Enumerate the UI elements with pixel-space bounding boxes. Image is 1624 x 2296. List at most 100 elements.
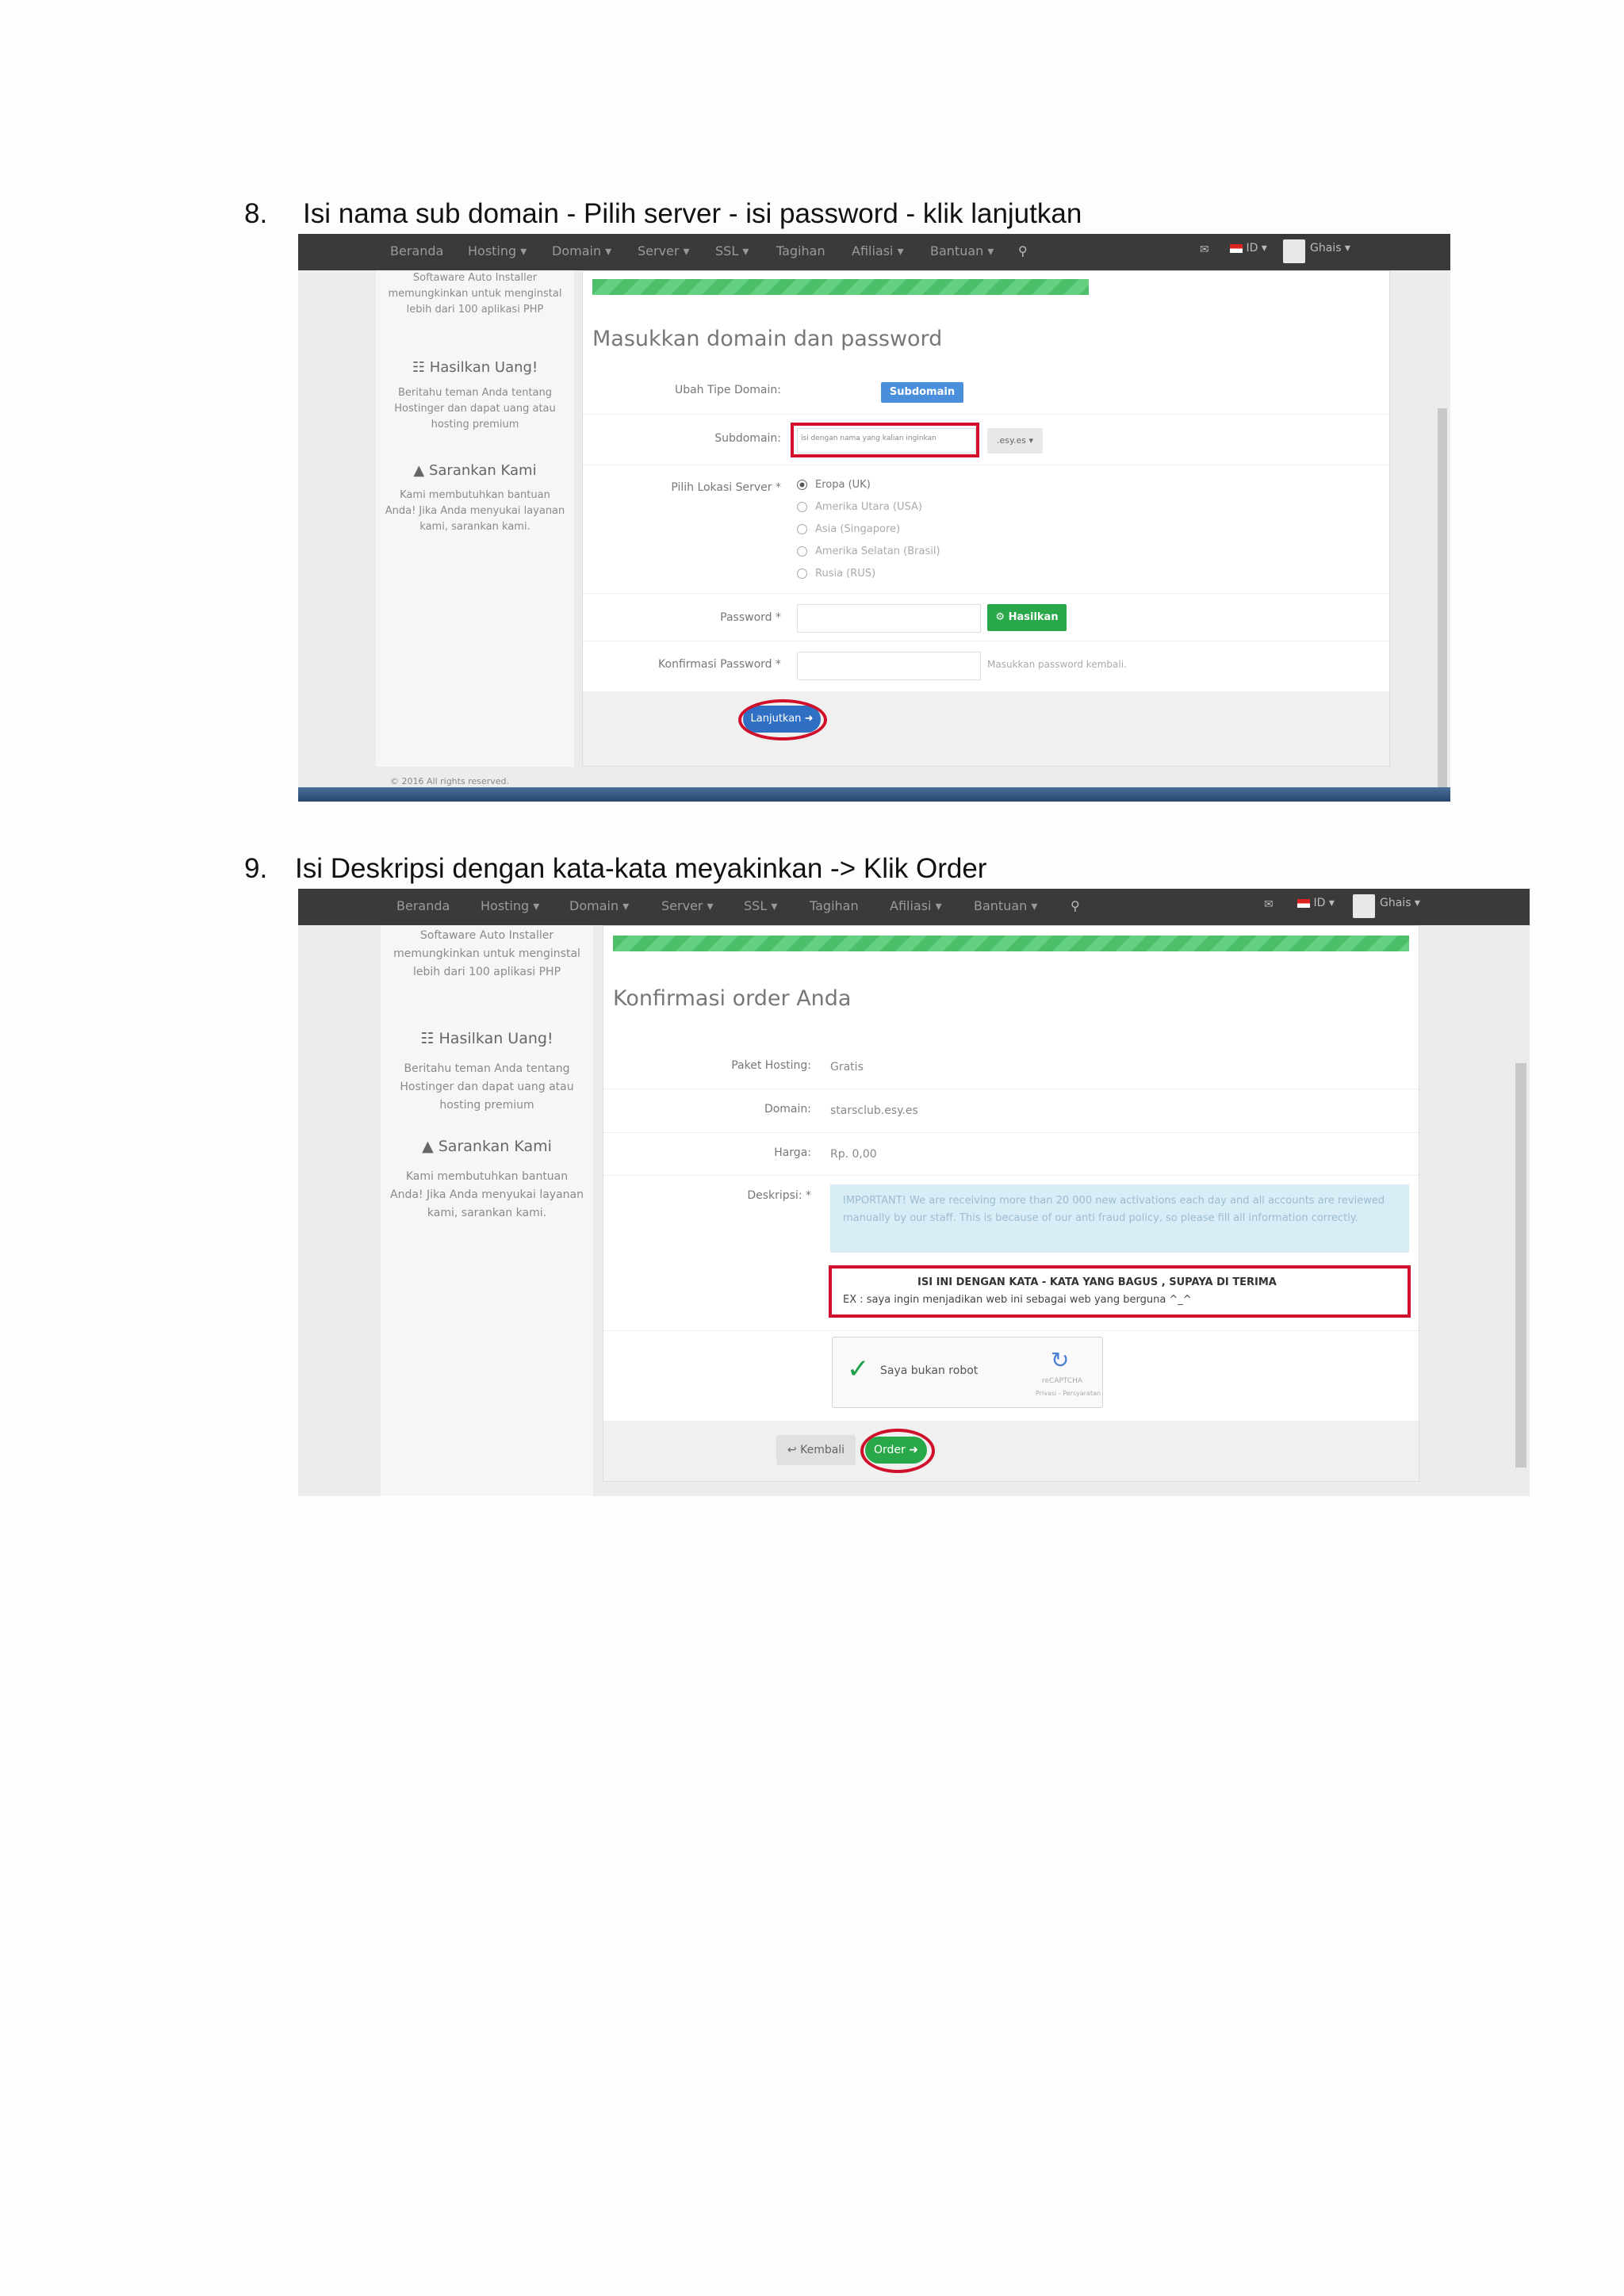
language-selector[interactable]: ID ▾ [1230, 242, 1267, 254]
price-label: Harga: [774, 1146, 811, 1159]
earn-heading[interactable]: ☷ Hasilkan Uang! [376, 359, 574, 376]
nav-beranda[interactable]: Beranda [390, 243, 443, 258]
divider [583, 593, 1389, 594]
radio-icon [797, 524, 807, 534]
top-navbar: Beranda Hosting ▾ Domain ▾ Server ▾ SSL … [298, 889, 1530, 925]
earn-text: Beritahu teman Anda tentang Hostinger da… [394, 387, 556, 430]
progress-bar [613, 936, 1409, 951]
confirm-password-label: Konfirmasi Password * [658, 658, 781, 671]
server-option-rusia[interactable]: Rusia (RUS) [797, 568, 875, 580]
language-label: ID ▾ [1313, 897, 1335, 909]
server-option-asia[interactable]: Asia (Singapore) [797, 523, 900, 535]
divider [603, 1175, 1419, 1176]
divider [603, 1132, 1419, 1133]
step-9-title: Isi Deskripsi dengan kata-kata meyakinka… [295, 853, 987, 884]
radio-icon [797, 502, 807, 512]
recaptcha-links[interactable]: Privasi - Persyaratan [1036, 1390, 1101, 1397]
language-label: ID ▾ [1246, 242, 1267, 254]
continue-annotation-ellipse [738, 699, 827, 740]
order-confirmation-panel: Konfirmasi order Anda Paket Hosting: Gra… [603, 925, 1419, 1482]
thumbs-up-icon: ▲ [413, 462, 425, 479]
nav-ssl[interactable]: SSL ▾ [744, 898, 777, 913]
back-button[interactable]: ↩ Kembali [776, 1435, 856, 1465]
panel-footer [583, 691, 1389, 766]
subdomain-type-button[interactable]: Subdomain [881, 382, 963, 403]
earn-heading[interactable]: ☷ Hasilkan Uang! [381, 1030, 593, 1047]
earn-text: Beritahu teman Anda tentang Hostinger da… [400, 1062, 574, 1112]
recaptcha-logo-icon: ↻ [1051, 1347, 1070, 1373]
domain-password-panel: Masukkan domain dan password Ubah Tipe D… [582, 270, 1390, 767]
domain-value: starsclub.esy.es [830, 1104, 918, 1117]
gear-icon: ⚙ [995, 611, 1005, 623]
nav-domain[interactable]: Domain ▾ [552, 243, 611, 258]
subdomain-annotation-box [791, 423, 979, 457]
nav-afiliasi[interactable]: Afiliasi ▾ [852, 243, 904, 258]
step-9-number: 9. [244, 853, 268, 884]
scrollbar[interactable] [1515, 1063, 1526, 1468]
server-option-amerika-selatan[interactable]: Amerika Selatan (Brasil) [797, 545, 940, 557]
search-icon[interactable]: ⚲ [1018, 243, 1028, 258]
search-icon[interactable]: ⚲ [1071, 898, 1080, 913]
progress-bar [592, 279, 1089, 295]
nav-tagihan[interactable]: Tagihan [776, 243, 825, 258]
confirm-password-input[interactable] [797, 652, 981, 680]
avatar[interactable] [1353, 894, 1375, 918]
step-8-number: 8. [244, 198, 268, 229]
installer-text: Softaware Auto Installer memungkinkan un… [388, 272, 562, 316]
copyright-text: © 2016 All rights reserved. [390, 776, 510, 786]
sidebar: Softaware Auto Installer memungkinkan un… [381, 925, 593, 1496]
nav-beranda[interactable]: Beranda [396, 898, 450, 913]
nav-bantuan[interactable]: Bantuan ▾ [930, 243, 994, 258]
mail-icon[interactable]: ✉ [1264, 898, 1274, 911]
nav-server[interactable]: Server ▾ [638, 243, 690, 258]
panel-title: Masukkan domain dan password [592, 327, 943, 351]
suggest-heading[interactable]: ▲ Sarankan Kami [376, 462, 574, 479]
password-input[interactable] [797, 604, 981, 633]
flag-icon [1230, 243, 1243, 253]
server-option-eropa[interactable]: Eropa (UK) [797, 479, 871, 491]
flag-icon [1297, 898, 1310, 908]
nav-hosting[interactable]: Hosting ▾ [481, 898, 539, 913]
price-value: Rp. 0,00 [830, 1148, 877, 1161]
step-8-title: Isi nama sub domain - Pilih server - isi… [303, 198, 1082, 229]
nav-tagihan[interactable]: Tagihan [810, 898, 859, 913]
nav-bantuan[interactable]: Bantuan ▾ [974, 898, 1037, 913]
user-menu[interactable]: Ghais ▾ [1380, 897, 1420, 909]
description-annotation-box [829, 1265, 1411, 1318]
screenshot-step-9: Beranda Hosting ▾ Domain ▾ Server ▾ SSL … [298, 889, 1530, 1496]
package-label: Paket Hosting: [731, 1059, 811, 1072]
installer-text: Softaware Auto Installer memungkinkan un… [393, 929, 580, 978]
radio-selected-icon [797, 480, 807, 490]
server-option-amerika-utara[interactable]: Amerika Utara (USA) [797, 501, 922, 513]
domain-suffix-dropdown[interactable]: .esy.es ▾ [987, 428, 1043, 453]
activation-notice: IMPORTANT! We are receiving more than 20… [830, 1184, 1409, 1253]
domain-type-label: Ubah Tipe Domain: [674, 384, 781, 396]
suggest-heading[interactable]: ▲ Sarankan Kami [381, 1138, 593, 1155]
recaptcha-label: Saya bukan robot [880, 1364, 979, 1377]
language-selector[interactable]: ID ▾ [1297, 897, 1335, 909]
suggest-text: Kami membutuhkan bantuan Anda! Jika Anda… [385, 489, 565, 533]
avatar[interactable] [1283, 239, 1305, 263]
top-navbar: Beranda Hosting ▾ Domain ▾ Server ▾ SSL … [298, 234, 1450, 270]
arrow-left-icon: ↩ [787, 1444, 797, 1456]
domain-label: Domain: [764, 1103, 811, 1115]
package-value: Gratis [830, 1061, 864, 1073]
password-label: Password * [720, 611, 781, 624]
description-label: Deskripsi: * [747, 1189, 811, 1202]
subdomain-label: Subdomain: [714, 432, 781, 445]
suggest-text: Kami membutuhkan bantuan Anda! Jika Anda… [390, 1170, 584, 1219]
nav-hosting[interactable]: Hosting ▾ [468, 243, 527, 258]
money-icon: ☷ [420, 1030, 435, 1047]
confirm-password-hint: Masukkan password kembali. [987, 659, 1127, 670]
nav-domain[interactable]: Domain ▾ [569, 898, 629, 913]
generate-password-button[interactable]: ⚙ Hasilkan [987, 604, 1067, 631]
scrollbar[interactable] [1438, 408, 1447, 789]
nav-server[interactable]: Server ▾ [661, 898, 714, 913]
recaptcha-widget[interactable]: ✓ Saya bukan robot ↻ reCAPTCHA Privasi -… [832, 1337, 1103, 1408]
divider [603, 1330, 1419, 1331]
nav-afiliasi[interactable]: Afiliasi ▾ [890, 898, 942, 913]
nav-ssl[interactable]: SSL ▾ [715, 243, 749, 258]
screenshot-step-8: Beranda Hosting ▾ Domain ▾ Server ▾ SSL … [298, 234, 1450, 802]
user-menu[interactable]: Ghais ▾ [1310, 242, 1350, 254]
mail-icon[interactable]: ✉ [1200, 243, 1209, 256]
